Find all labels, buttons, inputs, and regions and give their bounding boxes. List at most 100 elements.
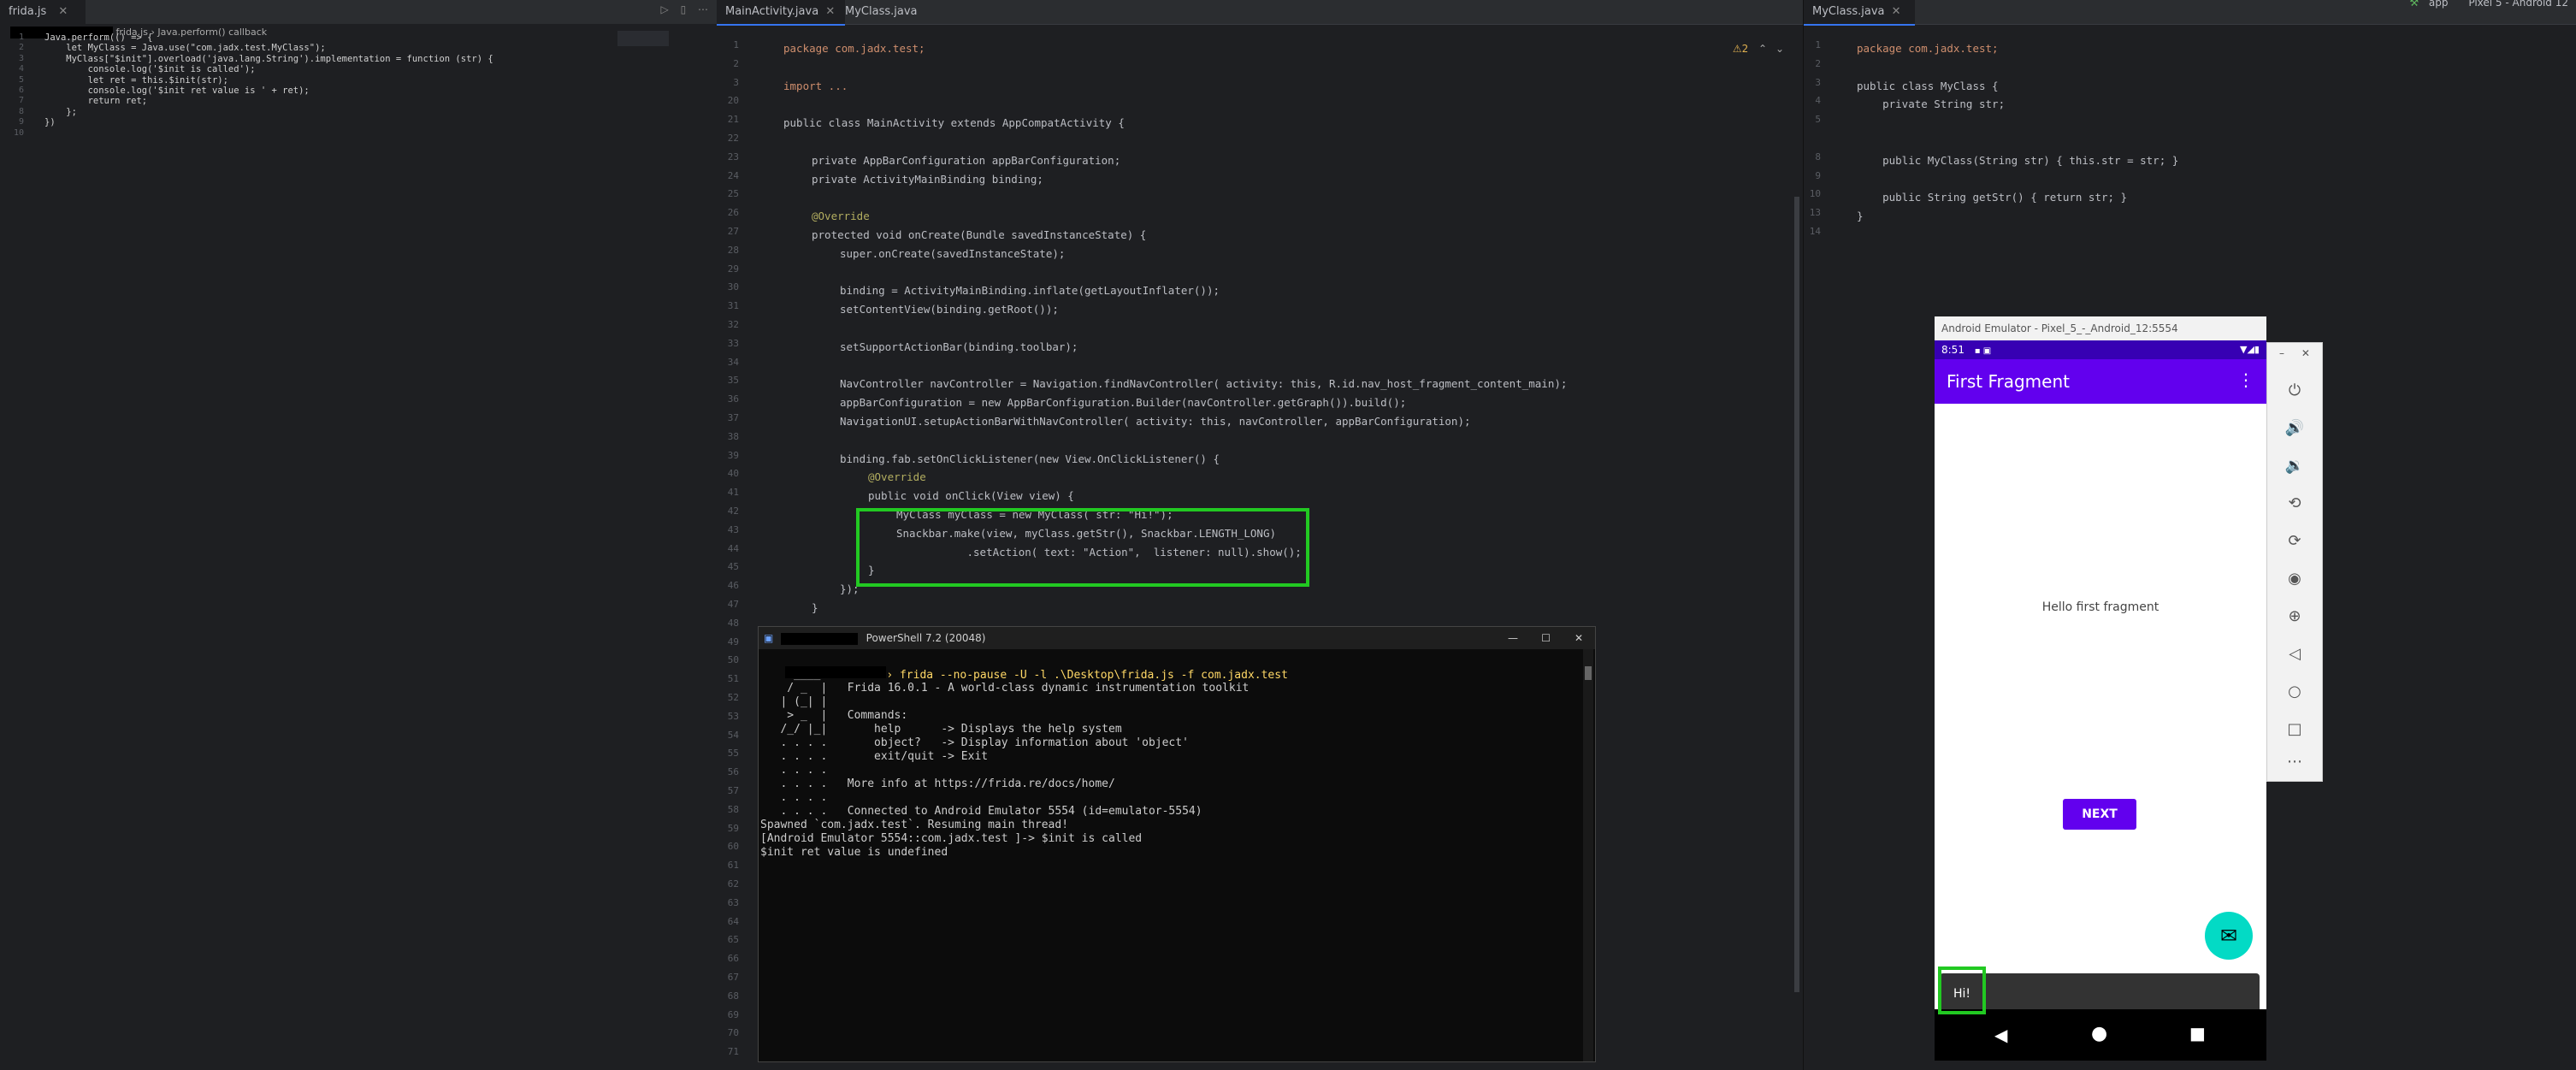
line-number: 28	[727, 244, 739, 256]
line-number: 63	[727, 896, 739, 908]
fab-email-button[interactable]: ✉	[2205, 912, 2253, 960]
terminal-title: PowerShell 7.2 (20048)	[866, 632, 986, 644]
code-line: }	[812, 601, 818, 614]
run-config-selector[interactable]: app	[2429, 0, 2449, 9]
terminal-line: . . . . object? -> Display information a…	[760, 736, 1189, 749]
scroll-thumb[interactable]	[1585, 666, 1592, 680]
code-line: }	[1857, 210, 1864, 223]
device-selector[interactable]: Pixel 5 - Android 12	[2468, 0, 2568, 9]
camera-icon[interactable]: ◉	[2267, 562, 2322, 596]
maximize-icon[interactable]: ☐	[1541, 627, 1551, 649]
line-number: 30	[727, 281, 739, 293]
android-emulator: Android Emulator - Pixel_5_-_Android_12:…	[1935, 316, 2266, 1061]
tab-frida-js[interactable]: frida.js ✕	[0, 0, 86, 26]
line-number: 37	[727, 412, 739, 423]
code-line: public class MyClass {	[1857, 79, 1999, 92]
minimap	[617, 31, 669, 46]
more-icon[interactable]: ⋯	[698, 3, 708, 15]
minimize-icon[interactable]: –	[2279, 347, 2284, 359]
line-number: 3	[18, 53, 24, 63]
line-number: 70	[727, 1027, 739, 1039]
more-icon[interactable]: ⋯	[2267, 745, 2322, 779]
code-line: Java.perform(() => {	[44, 33, 153, 43]
split-icon[interactable]: ▯	[681, 3, 687, 15]
line-number: 65	[727, 934, 739, 946]
code-line: package com.jadx.test;	[783, 42, 925, 55]
tab-label: MyClass.java	[1812, 5, 1885, 18]
status-time: 8:51	[1941, 344, 1964, 356]
next-button[interactable]: NEXT	[2063, 799, 2136, 830]
terminal-output[interactable]: ____ / _ | Frida 16.0.1 - A world-class …	[760, 668, 1583, 1061]
line-number: 59	[727, 822, 739, 834]
line-number: 3	[1815, 76, 1821, 88]
powershell-icon: ▣	[764, 632, 774, 644]
line-number: 5	[18, 74, 24, 85]
code-line: appBarConfiguration = new AppBarConfigur…	[840, 396, 1407, 410]
line-number: 22	[727, 133, 739, 144]
line-number: 61	[727, 860, 739, 872]
code-line: @Override	[812, 210, 870, 223]
line-number: 32	[727, 319, 739, 330]
line-number: 71	[727, 1046, 739, 1058]
volume-down-icon[interactable]: 🔉	[2267, 449, 2322, 483]
back-icon[interactable]: ◀	[1994, 1025, 2007, 1045]
code-line: });	[840, 582, 860, 596]
recents-icon[interactable]: ■	[2189, 1023, 2206, 1043]
fragment-content: Hello first fragment NEXT ✉ Hi!	[1935, 404, 2266, 1014]
line-number: 58	[727, 803, 739, 815]
power-icon[interactable]: ⏻	[2267, 374, 2322, 408]
line-number: 42	[727, 505, 739, 517]
close-icon[interactable]: ✕	[2301, 347, 2310, 359]
code-line: binding.fab.setOnClickListener(new View.…	[840, 452, 1220, 465]
terminal-line: . . . .	[760, 791, 828, 804]
terminal-line: ____	[760, 668, 821, 681]
line-number: 50	[727, 654, 739, 666]
editor-actions: ▷ ▯ ⋯	[661, 3, 709, 15]
close-icon[interactable]: ✕	[58, 5, 68, 18]
close-icon[interactable]: ✕	[825, 5, 835, 18]
code-highlight-box	[856, 508, 1309, 587]
mid-scrollbar[interactable]	[1794, 197, 1799, 992]
code-line: private ActivityMainBinding binding;	[812, 172, 1043, 186]
tab-main-activity[interactable]: MainActivity.java ✕	[717, 0, 845, 26]
code-line: package com.jadx.test;	[1857, 42, 1999, 55]
notification-icons: ▪ ▣	[1974, 346, 1992, 356]
line-number: 25	[727, 188, 739, 200]
code-line: private String str;	[1857, 98, 2006, 111]
line-number: 8	[18, 106, 24, 116]
home-icon[interactable]: ●	[2091, 1023, 2107, 1044]
app-bar: First Fragment ⋮	[1935, 359, 2266, 404]
code-line: setSupportActionBar(binding.toolbar);	[840, 340, 1078, 353]
line-number: 48	[727, 617, 739, 629]
line-number: 41	[727, 487, 739, 499]
tab-myclass[interactable]: MyClass.java	[836, 0, 956, 24]
close-icon[interactable]: ✕	[1892, 5, 1901, 18]
code-line: protected void onCreate(Bundle savedInst…	[812, 228, 1147, 241]
code-line: public void onClick(View view) {	[868, 489, 1074, 503]
terminal-scrollbar[interactable]	[1583, 649, 1593, 1061]
run-toolbar: ⚒ app Pixel 5 - Android 12	[2409, 0, 2568, 9]
minimize-icon[interactable]: —	[1508, 627, 1518, 649]
line-number: 39	[727, 449, 739, 461]
back-icon[interactable]: ◁	[2267, 637, 2322, 671]
volume-up-icon[interactable]: 🔊	[2267, 411, 2322, 446]
overview-icon[interactable]: □	[2267, 712, 2322, 747]
zoom-icon[interactable]: ⊕	[2267, 600, 2322, 634]
line-number: 2	[733, 57, 739, 69]
run-icon[interactable]: ▷	[661, 3, 669, 15]
line-number: 23	[727, 151, 739, 163]
status-bar: 8:51 ▪ ▣ ▼◢▮	[1935, 340, 2266, 359]
code-line: binding = ActivityMainBinding.inflate(ge…	[840, 284, 1220, 298]
snackbar: Hi!	[1940, 973, 2260, 1014]
build-icon[interactable]: ⚒	[2409, 0, 2419, 9]
powershell-window: ▣ PowerShell 7.2 (20048) — ☐ ✕ › frida -…	[758, 626, 1596, 1062]
home-icon[interactable]: ○	[2267, 675, 2322, 709]
rotate-right-icon[interactable]: ⟳	[2267, 524, 2322, 559]
code-line: super.onCreate(savedInstanceState);	[840, 246, 1066, 260]
tab-myclass-java[interactable]: MyClass.java ✕	[1804, 0, 1915, 26]
overflow-menu-icon[interactable]: ⋮	[2237, 369, 2254, 390]
line-number: 66	[727, 953, 739, 965]
rotate-left-icon[interactable]: ⟲	[2267, 487, 2322, 521]
close-icon[interactable]: ✕	[1575, 627, 1583, 649]
line-number: 1	[18, 33, 24, 42]
